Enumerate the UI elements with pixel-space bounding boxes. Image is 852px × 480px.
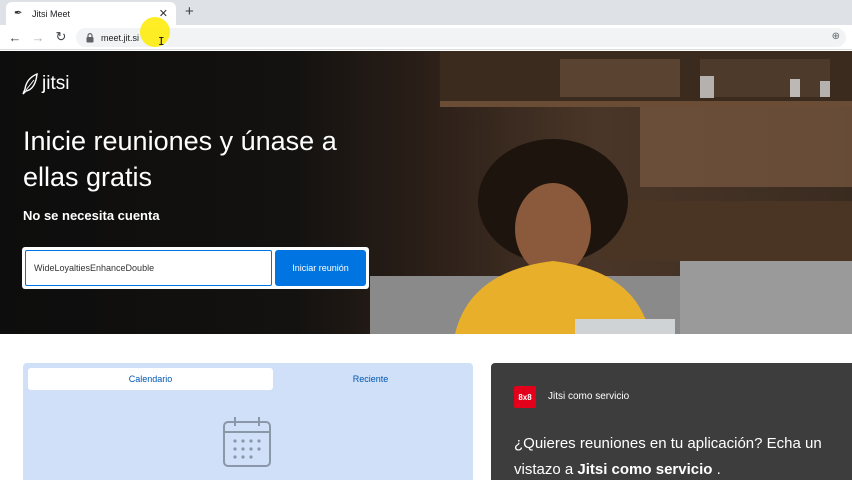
promo-line-2: vistazo a — [514, 461, 578, 478]
browser-tab-strip: ✒ Jitsi Meet ✕ + — [0, 0, 852, 25]
8x8-logo: 8x8 — [514, 386, 536, 408]
back-icon[interactable]: ← — [7, 29, 23, 45]
text-cursor-icon: I — [158, 35, 165, 48]
address-bar[interactable]: meet.jit.si ⊕ — [76, 28, 846, 47]
tab-recent[interactable]: Reciente — [273, 368, 468, 390]
hero-title: Inicie reuniones y únase a ellas gratis — [23, 126, 337, 192]
logo-text: jitsi — [42, 73, 70, 94]
tab-calendar[interactable]: Calendario — [28, 368, 273, 390]
reload-icon[interactable]: ↻ — [53, 29, 69, 45]
jitsi-favicon-icon: ✒ — [14, 7, 23, 19]
service-link[interactable]: Jitsi como servicio — [577, 461, 712, 478]
new-tab-icon[interactable]: + — [185, 4, 194, 20]
tab-title: Jitsi Meet — [32, 8, 71, 19]
promo-line-end: . — [712, 461, 721, 478]
calendar-icon — [223, 417, 271, 467]
service-promo-text: ¿Quieres reuniones en tu aplicación? Ech… — [514, 431, 852, 480]
service-label: Jitsi como servicio — [548, 391, 630, 402]
promo-line-1: ¿Quieres reuniones en tu aplicación? Ech… — [514, 435, 822, 452]
extension-icon[interactable]: ⊕ — [832, 31, 840, 42]
forward-icon[interactable]: → — [30, 29, 46, 45]
room-name-input[interactable] — [25, 250, 272, 286]
hero-section: jitsi Inicie reuniones y únase a ellas g… — [0, 51, 852, 334]
start-meeting-button[interactable]: Iniciar reunión — [275, 250, 366, 286]
meetings-panel: Calendario Reciente — [23, 363, 473, 480]
hero-subtitle: No se necesita cuenta — [23, 208, 160, 223]
jitsi-as-service-card: 8x8 Jitsi como servicio ¿Quieres reunion… — [491, 363, 852, 480]
url-text: meet.jit.si — [101, 32, 140, 43]
lock-icon — [86, 32, 94, 42]
browser-toolbar: ← → ↻ meet.jit.si ⊕ — [0, 25, 852, 50]
jitsi-feather-icon — [22, 73, 38, 95]
join-meeting-form: Iniciar reunión — [22, 247, 369, 289]
cursor-highlight — [140, 17, 170, 47]
jitsi-logo[interactable]: jitsi — [22, 73, 69, 95]
